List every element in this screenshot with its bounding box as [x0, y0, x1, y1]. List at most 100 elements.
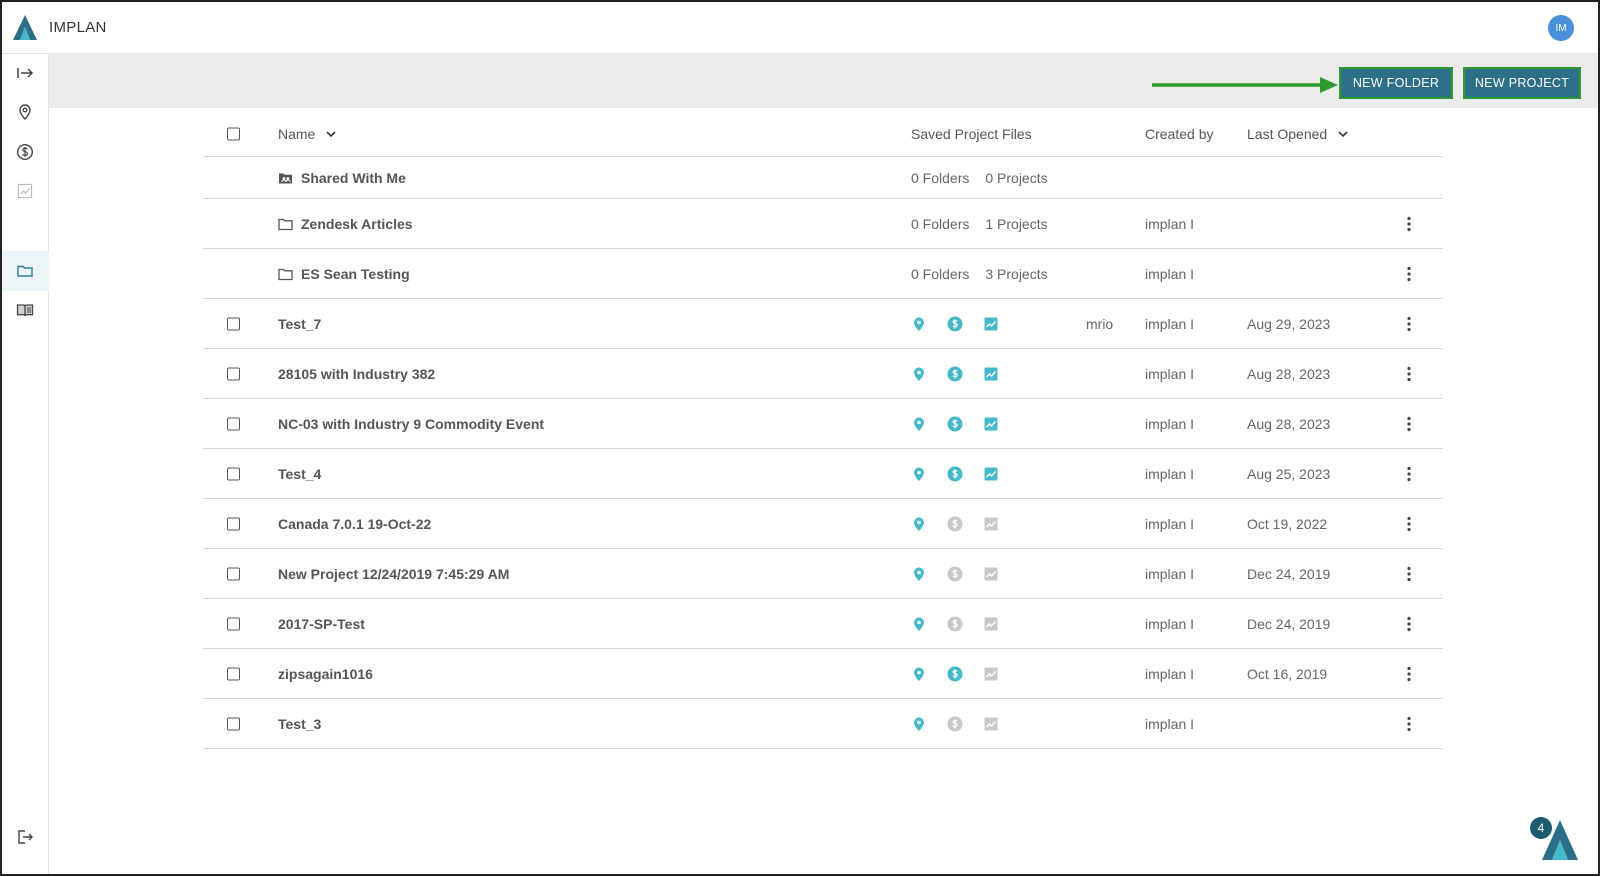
created-by-cell: implan I — [1145, 565, 1195, 582]
folder-count: 0 Folders — [911, 169, 970, 186]
logout-button[interactable] — [0, 818, 49, 856]
sidebar-item-results[interactable] — [0, 172, 49, 210]
map-pin-icon — [18, 104, 31, 120]
row-checkbox[interactable] — [227, 567, 240, 580]
folder-name: Shared With Me — [301, 169, 406, 186]
row-checkbox[interactable] — [227, 517, 240, 530]
project-name[interactable]: New Project 12/24/2019 7:45:29 AM — [278, 549, 509, 598]
project-status-icons — [911, 649, 1019, 698]
project-row[interactable]: 2017-SP-Test implan I Dec 24, 2019 — [203, 599, 1443, 649]
row-checkbox[interactable] — [227, 367, 240, 380]
project-name[interactable]: 28105 with Industry 382 — [278, 349, 435, 398]
row-checkbox[interactable] — [227, 467, 240, 480]
new-folder-button[interactable]: NEW FOLDER — [1339, 67, 1453, 99]
more-options-button[interactable] — [1406, 599, 1412, 648]
dollar-circle-icon — [947, 616, 963, 631]
sidebar — [0, 54, 49, 876]
table-header: Name Saved Project Files Created by Last… — [203, 111, 1443, 157]
last-opened-cell: Aug 29, 2023 — [1247, 315, 1331, 332]
folder-icon — [278, 268, 293, 280]
more-options-button[interactable] — [1406, 649, 1412, 698]
more-options-button[interactable] — [1406, 249, 1412, 298]
project-row[interactable]: Test_3 implan I — [203, 699, 1443, 749]
row-checkbox[interactable] — [227, 667, 240, 680]
project-status-icons — [911, 299, 1019, 348]
expand-sidebar-button[interactable] — [0, 54, 49, 92]
project-row[interactable]: 28105 with Industry 382 implan I Aug 28,… — [203, 349, 1443, 399]
project-name[interactable]: 2017-SP-Test — [278, 599, 365, 648]
project-row[interactable]: Test_7 mrio implan I Aug 29, 2023 — [203, 299, 1443, 349]
created-by-cell: implan I — [1145, 365, 1195, 382]
project-name[interactable]: Test_7 — [278, 299, 321, 348]
sidebar-item-regions[interactable] — [0, 93, 49, 131]
project-name[interactable]: Test_4 — [278, 449, 321, 498]
folder-name-cell[interactable]: Shared With Me — [278, 157, 406, 198]
row-checkbox[interactable] — [227, 717, 240, 730]
last-opened-cell: Dec 24, 2019 — [1247, 565, 1331, 582]
project-name[interactable]: NC-03 with Industry 9 Commodity Event — [278, 399, 544, 448]
row-checkbox[interactable] — [227, 317, 240, 330]
folder-name-cell[interactable]: Zendesk Articles — [278, 199, 413, 248]
project-row[interactable]: Canada 7.0.1 19-Oct-22 implan I Oct 19, … — [203, 499, 1443, 549]
user-avatar[interactable]: IM — [1548, 15, 1574, 41]
folder-icon — [16, 265, 33, 277]
folder-name-cell[interactable]: ES Sean Testing — [278, 249, 410, 298]
name-column-header[interactable]: Name — [278, 111, 337, 156]
project-tag: mrio — [1086, 315, 1114, 332]
project-status-icons — [911, 599, 1019, 648]
more-options-button[interactable] — [1406, 699, 1412, 748]
sidebar-item-projects[interactable] — [0, 251, 49, 291]
project-row[interactable]: New Project 12/24/2019 7:45:29 AM implan… — [203, 549, 1443, 599]
more-options-button[interactable] — [1406, 199, 1412, 248]
project-row[interactable]: Test_4 implan I Aug 25, 2023 — [203, 449, 1443, 499]
map-pin-icon — [914, 417, 924, 431]
folder-contents-cell: 0 Folders 1 Projects — [911, 199, 1048, 248]
last-opened-cell: Dec 24, 2019 — [1247, 615, 1331, 632]
map-pin-icon — [914, 617, 924, 631]
folder-row[interactable]: Shared With Me 0 Folders 0 Projects — [203, 157, 1443, 199]
chevron-down-icon — [1338, 130, 1348, 137]
sidebar-item-impacts[interactable] — [0, 133, 49, 171]
created-by-cell: implan I — [1145, 715, 1195, 732]
row-checkbox[interactable] — [227, 417, 240, 430]
last-opened-cell: Oct 16, 2019 — [1247, 665, 1328, 682]
project-status-icons — [911, 399, 1019, 448]
project-count: 0 Projects — [985, 169, 1048, 186]
more-options-button[interactable] — [1406, 299, 1412, 348]
project-name[interactable]: Test_3 — [278, 699, 321, 748]
project-row[interactable]: NC-03 with Industry 9 Commodity Event im… — [203, 399, 1443, 449]
chart-icon — [984, 367, 998, 380]
more-options-button[interactable] — [1406, 549, 1412, 598]
created-by-cell: implan I — [1145, 415, 1195, 432]
folder-row[interactable]: ES Sean Testing 0 Folders 3 Projects impl… — [203, 249, 1443, 299]
implan-logo-icon[interactable] — [10, 13, 40, 43]
name-column-label: Name — [278, 125, 316, 142]
more-options-button[interactable] — [1406, 449, 1412, 498]
more-options-button[interactable] — [1406, 399, 1412, 448]
last-opened-cell: Aug 25, 2023 — [1247, 465, 1331, 482]
more-options-button[interactable] — [1406, 349, 1412, 398]
created-by-cell: implan I — [1145, 665, 1195, 682]
select-all-checkbox[interactable] — [227, 127, 240, 140]
last-opened-column-header[interactable]: Last Opened — [1247, 111, 1349, 156]
project-row[interactable]: zipsagain1016 implan I Oct 16, 2019 — [203, 649, 1443, 699]
more-options-icon — [1407, 666, 1411, 681]
project-name[interactable]: Canada 7.0.1 19-Oct-22 — [278, 499, 431, 548]
created-by-cell: implan I — [1145, 265, 1195, 282]
project-count: 3 Projects — [985, 265, 1048, 282]
folder-count: 0 Folders — [911, 265, 970, 282]
chart-icon — [984, 567, 998, 580]
row-checkbox[interactable] — [227, 617, 240, 630]
more-options-icon — [1407, 516, 1411, 531]
sidebar-item-guide[interactable] — [0, 291, 49, 329]
project-name[interactable]: zipsagain1016 — [278, 649, 373, 698]
more-options-icon — [1407, 316, 1411, 331]
folder-icon — [278, 218, 293, 230]
projects-table: Name Saved Project Files Created by Last… — [203, 111, 1443, 749]
top-bar: IMPLAN IM — [0, 0, 1600, 54]
new-project-button[interactable]: NEW PROJECT — [1463, 67, 1581, 99]
more-options-button[interactable] — [1406, 499, 1412, 548]
map-pin-icon — [914, 317, 924, 331]
last-opened-cell: Oct 19, 2022 — [1247, 515, 1328, 532]
folder-row[interactable]: Zendesk Articles 0 Folders 1 Projects imp… — [203, 199, 1443, 249]
